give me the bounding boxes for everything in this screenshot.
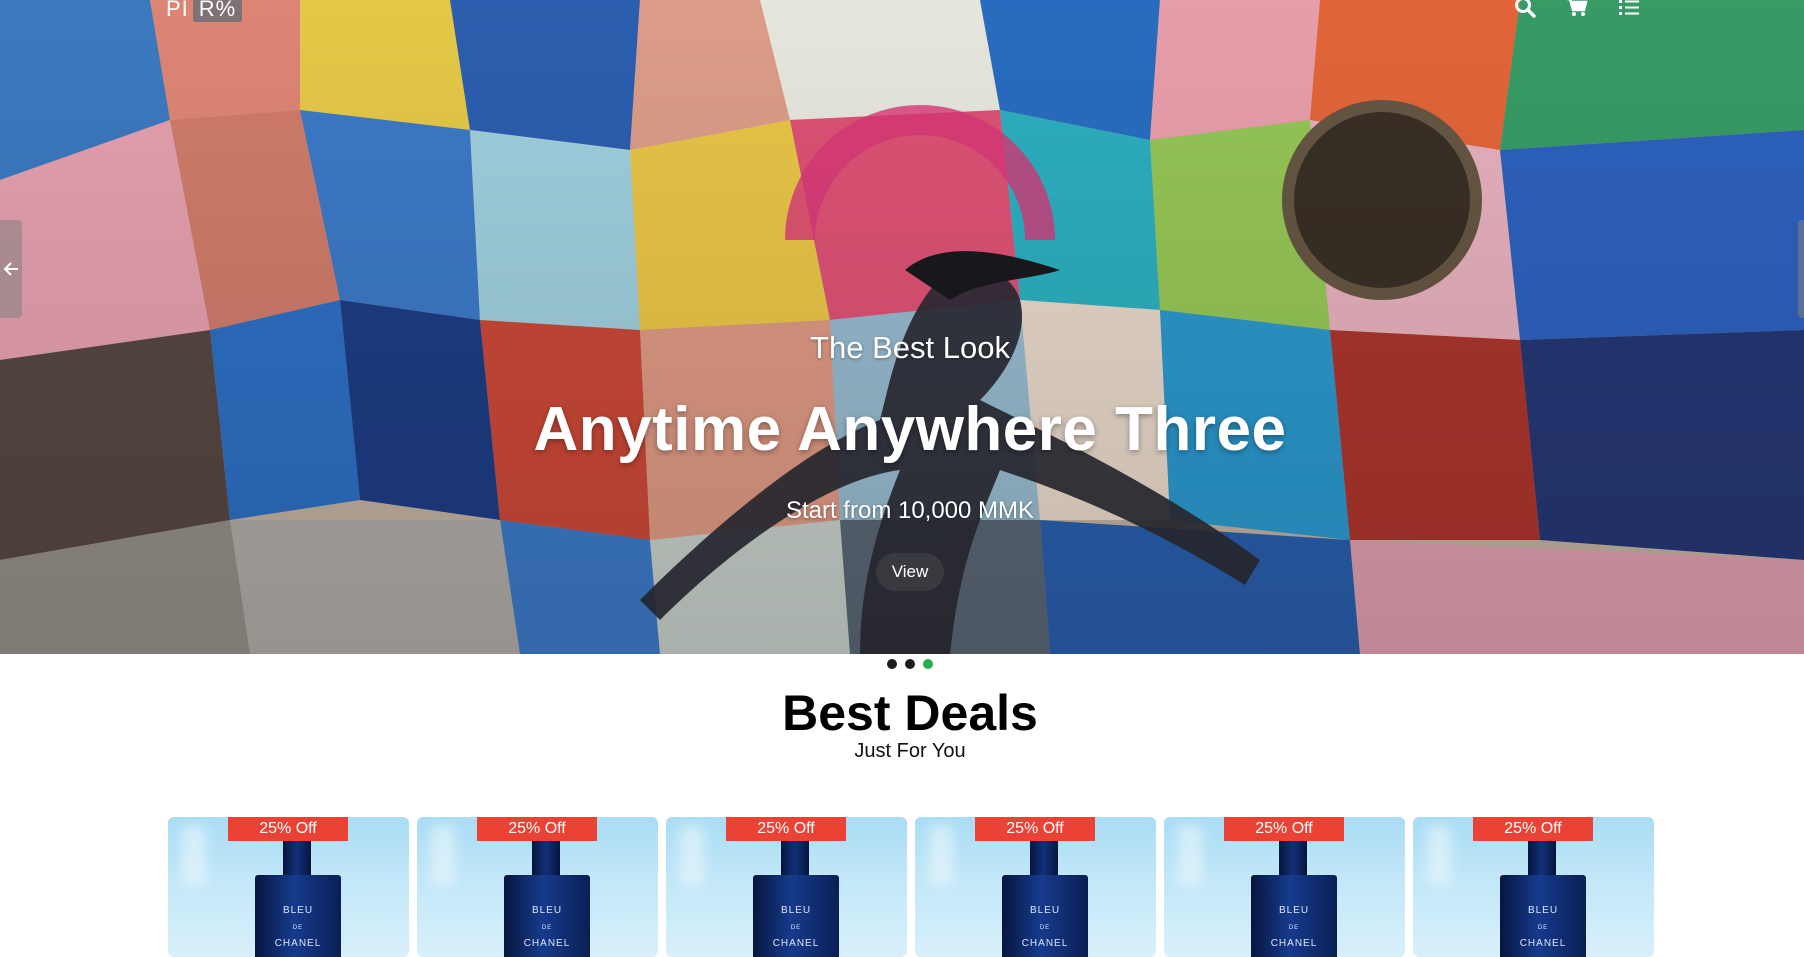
discount-badge: 25% Off — [726, 817, 846, 841]
hero-slider: PI R% The Best Look Anytime Anywhere Thr… — [0, 0, 1804, 654]
product-card[interactable]: BLEU DE CHANEL 25% Off — [1413, 817, 1654, 957]
discount-badge: 25% Off — [1473, 817, 1593, 841]
discount-badge: 25% Off — [1224, 817, 1344, 841]
product-brand: DE — [1288, 925, 1300, 931]
slide-dot-3[interactable] — [923, 659, 933, 669]
product-brand: DE — [1537, 925, 1549, 931]
slider-next-button[interactable] — [1798, 220, 1804, 318]
slider-pagination — [887, 659, 933, 669]
product-brand: DE — [1039, 925, 1051, 931]
product-brand: DE — [541, 925, 553, 931]
discount-badge: 25% Off — [975, 817, 1095, 841]
arrow-left-icon — [3, 262, 18, 276]
logo-text-right: R% — [192, 0, 243, 22]
search-icon[interactable] — [1512, 0, 1538, 20]
product-brand: DE — [292, 925, 304, 931]
product-card[interactable]: BLEU DE CHANEL 25% Off — [168, 817, 409, 957]
product-card[interactable]: BLEU DE CHANEL 25% Off — [417, 817, 658, 957]
product-card[interactable]: BLEU DE CHANEL 25% Off — [666, 817, 907, 957]
product-list: BLEU DE CHANEL 25% Off BLEU DE CHANEL 25% Of… — [168, 817, 1654, 957]
section-subtitle: Just For You — [854, 740, 966, 762]
hero-price-text: Start from 10,000 MMK — [785, 497, 1035, 524]
slide-dot-1[interactable] — [887, 659, 897, 669]
site-logo[interactable]: PI R% — [166, 0, 243, 22]
menu-list-icon[interactable] — [1616, 0, 1642, 20]
hero-caption: The Best Look Anytime Anywhere Three Sta… — [0, 330, 1804, 591]
cart-icon[interactable] — [1564, 0, 1590, 20]
product-brand: BLEU — [780, 905, 812, 916]
product-card[interactable]: BLEU DE CHANEL 25% Off — [1164, 817, 1405, 957]
header-actions — [1512, 0, 1642, 20]
product-brand: DE — [790, 925, 802, 931]
logo-text-left: PI — [166, 0, 189, 21]
product-brand: BLEU — [1527, 905, 1559, 916]
product-brand: BLEU — [531, 905, 563, 916]
product-brand: BLEU — [282, 905, 314, 916]
view-button[interactable]: View — [875, 553, 945, 591]
slider-prev-button[interactable] — [0, 220, 22, 318]
slide-dot-2[interactable] — [905, 659, 915, 669]
discount-badge: 25% Off — [228, 817, 348, 841]
product-brand: BLEU — [1029, 905, 1061, 916]
section-title: Best Deals — [782, 685, 1038, 741]
discount-badge: 25% Off — [477, 817, 597, 841]
hero-subtitle: The Best Look — [810, 330, 1010, 365]
hero-title: Anytime Anywhere Three — [533, 395, 1287, 464]
product-card[interactable]: BLEU DE CHANEL 25% Off — [915, 817, 1156, 957]
product-brand: BLEU — [1278, 905, 1310, 916]
